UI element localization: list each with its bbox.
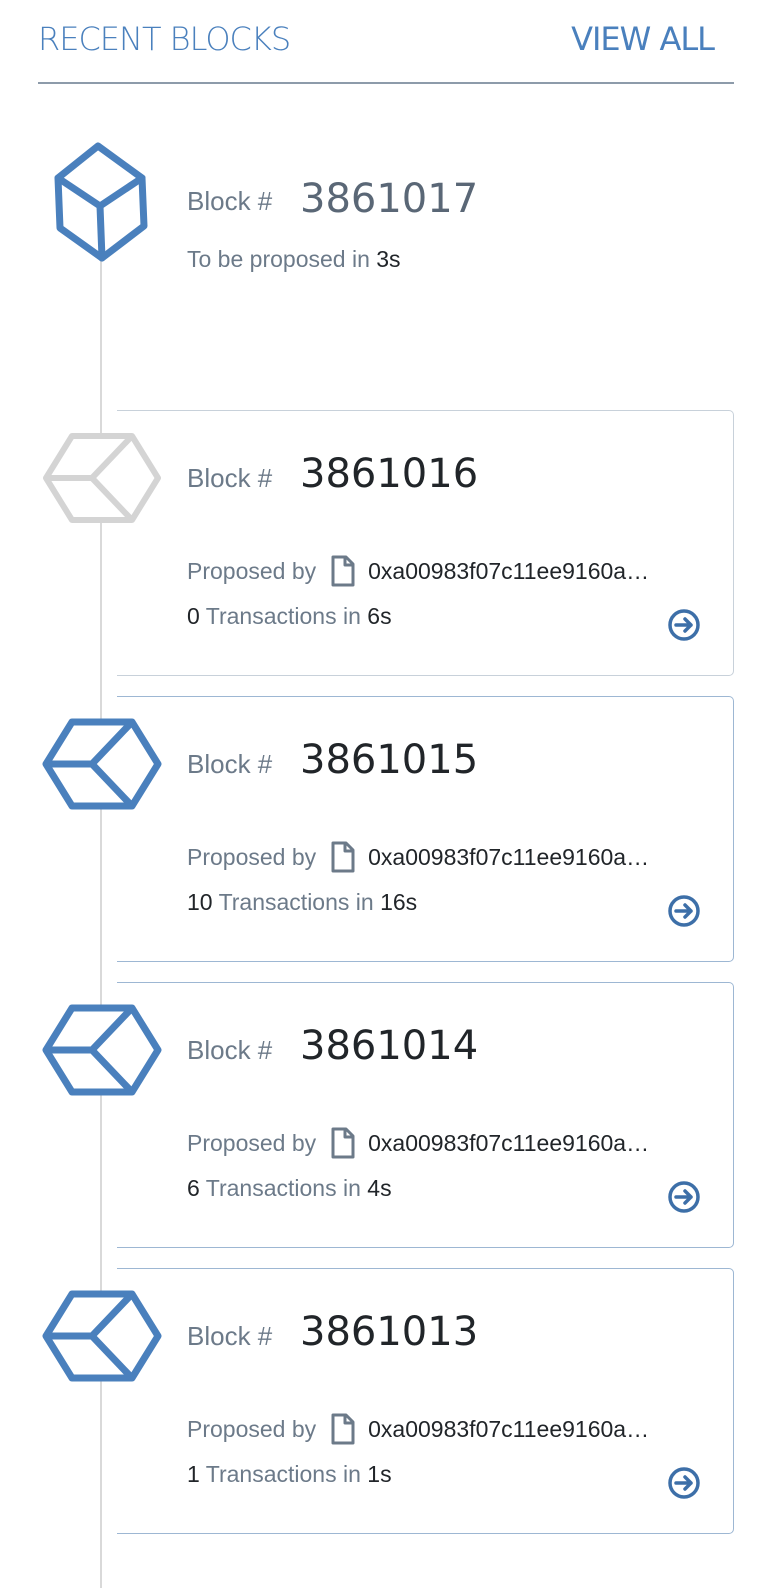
proposed-by-label: Proposed by (187, 1129, 317, 1156)
proposer-address[interactable]: 0xa00983f07c11ee9160a… (368, 844, 680, 871)
proposer-row: Proposed by 0xa00983f07c11ee9160a… (187, 555, 680, 587)
block-time: 16s (380, 889, 418, 915)
pending-block-label: Block # (187, 186, 273, 216)
tx-label: Transactions in (205, 603, 361, 629)
proposer-address[interactable]: 0xa00983f07c11ee9160a… (368, 1130, 680, 1157)
pending-status-prefix: To be proposed in (187, 246, 370, 272)
pending-status-time: 3s (376, 246, 401, 272)
tx-count: 10 (187, 889, 213, 915)
pending-block-number: 3861017 (300, 176, 479, 222)
tx-count: 1 (187, 1461, 200, 1487)
tx-label: Transactions in (205, 1461, 361, 1487)
proposer-row: Proposed by 0xa00983f07c11ee9160a… (187, 1127, 680, 1159)
transactions-row: 0 Transactions in 6s (187, 603, 392, 630)
arrow-circle-right-icon[interactable] (667, 1466, 701, 1500)
block-time: 6s (367, 603, 392, 629)
transactions-row: 10 Transactions in 16s (187, 889, 417, 916)
proposed-by-label: Proposed by (187, 557, 317, 584)
section-title: RECENT BLOCKS (38, 20, 291, 58)
proposer-row: Proposed by 0xa00983f07c11ee9160a… (187, 1413, 680, 1445)
arrow-circle-right-icon[interactable] (667, 608, 701, 642)
recent-blocks-page: RECENT BLOCKS VIEW ALL Block # 3861017 T… (0, 0, 784, 1588)
arrow-circle-right-icon[interactable] (667, 894, 701, 928)
transactions-row: 1 Transactions in 1s (187, 1461, 392, 1488)
block-icon (42, 1290, 162, 1382)
proposer-address[interactable]: 0xa00983f07c11ee9160a… (368, 558, 680, 585)
document-icon (331, 555, 355, 587)
document-icon (331, 1127, 355, 1159)
block-number[interactable]: 3861013 (300, 1309, 478, 1355)
view-all-link[interactable]: VIEW ALL (571, 20, 715, 58)
block-time: 4s (367, 1175, 392, 1201)
pending-block: Block # 3861017 To be proposed in 3s (0, 140, 784, 280)
proposer-address[interactable]: 0xa00983f07c11ee9160a… (368, 1416, 680, 1443)
transactions-row: 6 Transactions in 4s (187, 1175, 392, 1202)
tx-label: Transactions in (218, 889, 374, 915)
cube-icon (54, 142, 148, 262)
tx-label: Transactions in (205, 1175, 361, 1201)
block-label: Block # (187, 749, 273, 779)
tx-count: 0 (187, 603, 200, 629)
block-card[interactable]: Block # 3861013 Proposed by 0xa00983f07c… (117, 1268, 734, 1534)
pending-block-status: To be proposed in 3s (187, 246, 401, 273)
block-icon (42, 718, 162, 810)
proposed-by-label: Proposed by (187, 1415, 317, 1442)
proposer-row: Proposed by 0xa00983f07c11ee9160a… (187, 841, 680, 873)
block-number[interactable]: 3861014 (300, 1023, 478, 1069)
block-icon (42, 1004, 162, 1096)
document-icon (331, 1413, 355, 1445)
recent-blocks-header: RECENT BLOCKS VIEW ALL (38, 0, 734, 84)
block-card[interactable]: Block # 3861015 Proposed by 0xa00983f07c… (117, 696, 734, 962)
block-number[interactable]: 3861015 (300, 737, 478, 783)
block-time: 1s (367, 1461, 392, 1487)
document-icon (331, 841, 355, 873)
block-label: Block # (187, 1321, 273, 1351)
block-card[interactable]: Block # 3861016 Proposed by 0xa00983f07c… (117, 410, 734, 676)
proposed-by-label: Proposed by (187, 843, 317, 870)
block-label: Block # (187, 1035, 273, 1065)
block-label: Block # (187, 463, 273, 493)
block-number[interactable]: 3861016 (300, 451, 478, 497)
block-icon-inactive (43, 433, 161, 523)
tx-count: 6 (187, 1175, 200, 1201)
block-card[interactable]: Block # 3861014 Proposed by 0xa00983f07c… (117, 982, 734, 1248)
arrow-circle-right-icon[interactable] (667, 1180, 701, 1214)
